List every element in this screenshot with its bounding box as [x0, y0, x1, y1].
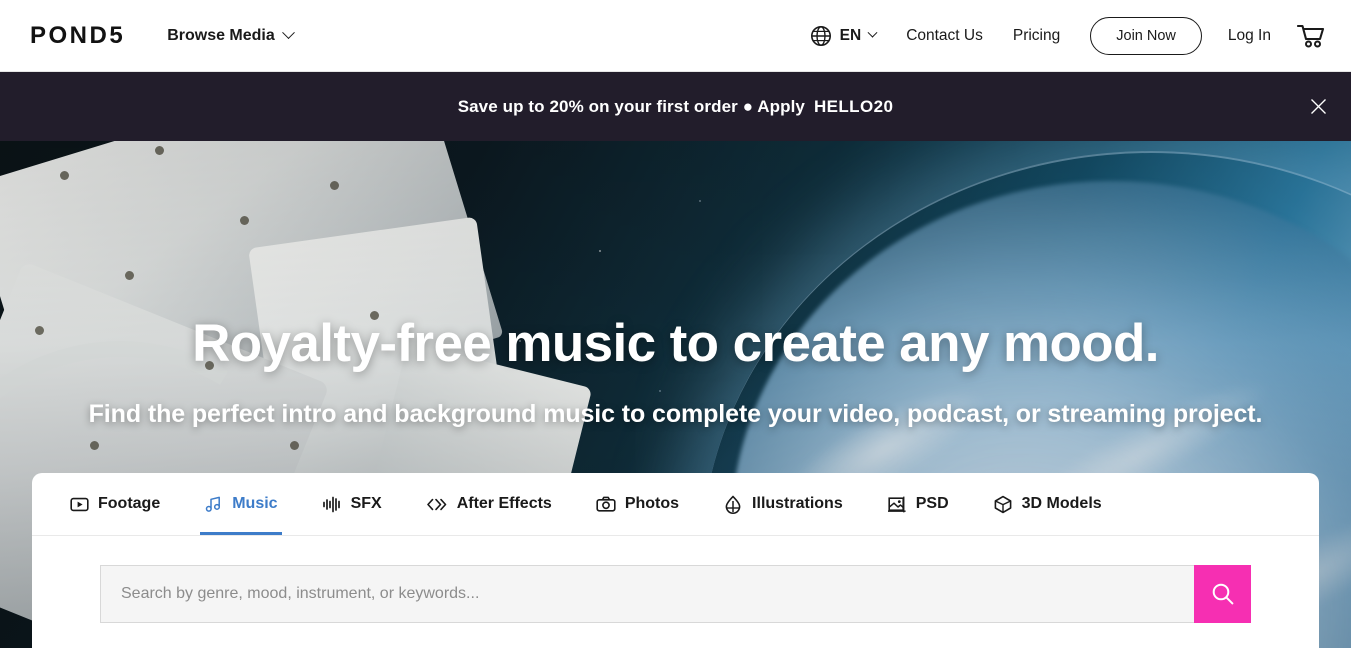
- browse-media-label: Browse Media: [167, 26, 275, 44]
- hero-headline: Royalty-free music to create any mood.: [192, 314, 1159, 373]
- close-banner-button[interactable]: [1303, 92, 1333, 122]
- log-in-link[interactable]: Log In: [1228, 27, 1271, 45]
- tab-label: Footage: [98, 495, 161, 512]
- contact-us-link[interactable]: Contact Us: [906, 27, 983, 45]
- close-icon: [1310, 99, 1326, 114]
- tab-label: PSD: [915, 495, 949, 512]
- tab-label: After Effects: [456, 495, 552, 512]
- chevron-down-icon: [281, 26, 295, 40]
- cart-button[interactable]: [1297, 23, 1325, 49]
- tab-music[interactable]: Music: [182, 473, 299, 535]
- pond5-logo[interactable]: POND5: [30, 22, 125, 50]
- globe-icon: [810, 25, 831, 46]
- pond5-music-landing-page: POND5 Browse Media EN Contact Us Pricing…: [0, 0, 1351, 648]
- language-label: EN: [839, 26, 862, 44]
- chevrons-icon: [426, 495, 448, 514]
- tab-illustrations[interactable]: Illustrations: [701, 473, 865, 535]
- pricing-link[interactable]: Pricing: [1013, 27, 1060, 45]
- site-header: POND5 Browse Media EN Contact Us Pricing…: [0, 0, 1351, 72]
- tab-after-effects[interactable]: After Effects: [404, 473, 574, 535]
- cart-icon: [1297, 24, 1325, 47]
- chevron-down-icon: [867, 27, 878, 38]
- video-play-icon: [70, 495, 89, 514]
- pen-nib-icon: [723, 494, 743, 514]
- search-row: [100, 565, 1251, 623]
- tab-label: Photos: [624, 495, 680, 512]
- tab-label: Illustrations: [752, 495, 843, 512]
- tab-footage[interactable]: Footage: [48, 473, 182, 535]
- hero-subheadline: Find the perfect intro and background mu…: [88, 400, 1263, 428]
- promo-code[interactable]: HELLO20: [814, 97, 893, 116]
- search-button[interactable]: [1194, 565, 1251, 623]
- media-type-tabs: Footage Music SFX After Effects Photos I…: [32, 473, 1319, 536]
- hero-copy: Royalty-free music to create any mood. F…: [0, 141, 1351, 429]
- tab-3d-models[interactable]: 3D Models: [971, 473, 1124, 535]
- cube-icon: [993, 495, 1013, 514]
- tab-label: SFX: [350, 495, 382, 512]
- image-layers-icon: [887, 495, 907, 514]
- tab-label: Music: [232, 495, 278, 512]
- tab-label: 3D Models: [1021, 495, 1102, 512]
- browse-media-menu[interactable]: Browse Media: [167, 26, 295, 45]
- promo-message: Save up to 20% on your first order ● App…: [458, 97, 894, 117]
- header-right-nav: EN Contact Us Pricing Join Now Log In: [810, 16, 1325, 55]
- promo-banner: Save up to 20% on your first order ● App…: [0, 72, 1351, 141]
- search-icon: [1212, 583, 1233, 605]
- language-selector[interactable]: EN: [810, 25, 878, 47]
- tab-photos[interactable]: Photos: [574, 473, 701, 535]
- promo-text: Save up to 20% on your first order ● App…: [457, 96, 805, 116]
- search-panel: Footage Music SFX After Effects Photos I…: [32, 473, 1319, 648]
- waveform-icon: [322, 495, 342, 514]
- music-note-icon: [204, 495, 223, 514]
- join-now-button[interactable]: Join Now: [1090, 16, 1202, 55]
- tab-sfx[interactable]: SFX: [300, 473, 404, 535]
- tab-psd[interactable]: PSD: [865, 473, 971, 535]
- camera-icon: [596, 495, 616, 514]
- search-input[interactable]: [100, 565, 1194, 623]
